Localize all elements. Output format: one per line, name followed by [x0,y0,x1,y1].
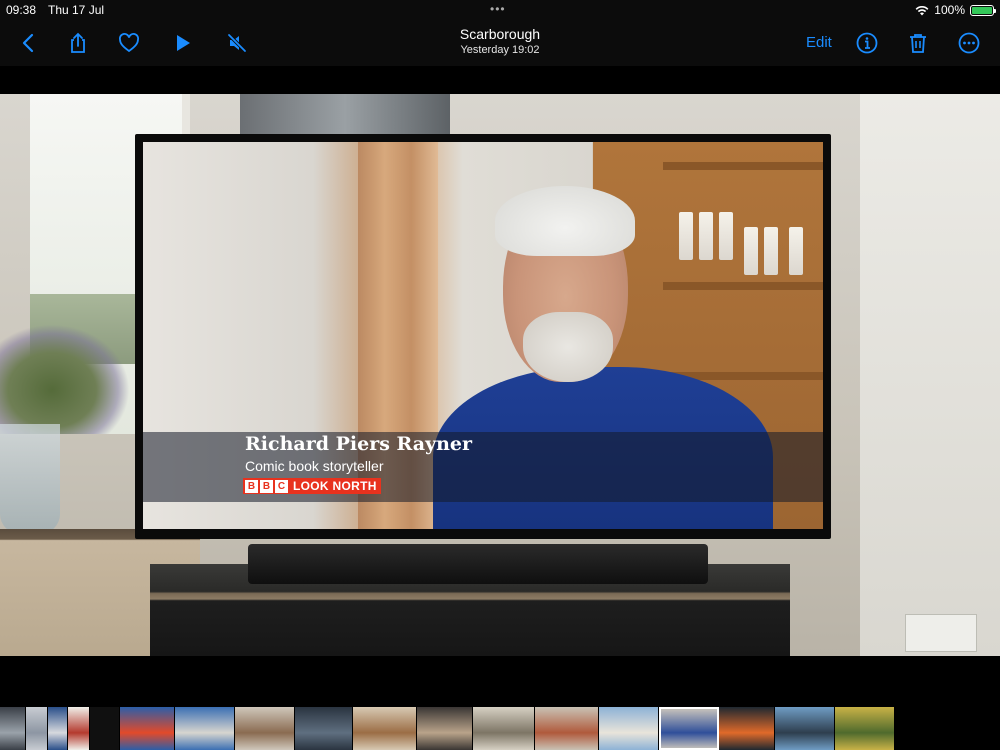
delete-button[interactable] [903,28,933,58]
favorite-button[interactable] [114,28,144,58]
thumbnail[interactable] [659,707,719,750]
status-time: 09:38 [6,3,37,17]
multitasking-dots[interactable]: ••• [490,2,506,16]
vase [0,424,60,534]
thumbnail[interactable] [48,707,68,750]
heart-icon [119,33,139,53]
interviewee-beard [523,312,613,382]
info-icon [856,32,878,54]
interviewee-hair [495,186,635,256]
television: Richard Piers Rayner Comic book storytel… [135,134,831,539]
thumbnail[interactable] [835,707,895,750]
programme-name: LOOK NORTH [293,479,377,493]
tv-screen: Richard Piers Rayner Comic book storytel… [143,142,823,529]
thumbnail[interactable] [775,707,835,750]
play-button[interactable] [168,28,198,58]
thumbnail[interactable] [295,707,353,750]
soundbar [248,544,708,584]
thumbnail[interactable] [473,707,535,750]
thumbnail[interactable] [175,707,235,750]
thumbnail[interactable] [417,707,473,750]
mute-icon [227,33,247,53]
share-icon [71,32,85,53]
edit-button[interactable]: Edit [806,34,832,51]
thumbnail-filmstrip[interactable] [0,707,1000,750]
battery-icon [970,4,996,16]
share-button[interactable] [63,28,93,58]
photo-toolbar: Scarborough Yesterday 19:02 Edit [0,20,1000,66]
trash-icon [910,34,926,53]
mute-button[interactable] [222,28,252,58]
photo-image[interactable]: Richard Piers Rayner Comic book storytel… [0,94,1000,656]
more-icon [958,32,980,54]
thumbnail[interactable] [90,707,120,750]
bbc-letter: B [260,479,273,493]
bbc-letter: C [275,479,288,493]
thumbnail[interactable] [235,707,295,750]
wall-socket [905,614,977,652]
bbc-look-north-logo: B B C LOOK NORTH [243,478,381,494]
wifi-icon [915,5,929,15]
thumbnail[interactable] [68,707,90,750]
thumbnail[interactable] [535,707,599,750]
photo-viewer[interactable]: Richard Piers Rayner Comic book storytel… [0,66,1000,707]
status-date: Thu 17 Jul [48,3,105,17]
photo-title: Scarborough [459,26,541,42]
room-shelf [240,94,450,139]
thumbnail[interactable] [26,707,48,750]
bbc-letter: B [245,479,258,493]
caption-name: Richard Piers Rayner [245,433,473,455]
photo-title-block: Scarborough Yesterday 19:02 [400,26,600,56]
thumbnail[interactable] [719,707,775,750]
status-bar: 09:38 Thu 17 Jul ••• 100% [0,0,1000,20]
caption-role: Comic book storyteller [245,458,384,474]
room-wall [860,94,1000,656]
status-right: 100% [915,3,996,17]
battery-fill [972,6,992,14]
back-button[interactable] [14,28,44,58]
chevron-left-icon [22,33,34,53]
info-button[interactable] [852,28,882,58]
thumbnail[interactable] [0,707,26,750]
photo-timestamp: Yesterday 19:02 [460,44,540,56]
play-icon [177,35,190,51]
thumbnail[interactable] [599,707,659,750]
battery-percent: 100% [934,3,965,17]
plant [0,324,130,434]
thumbnail[interactable] [353,707,417,750]
thumbnail[interactable] [120,707,175,750]
more-button[interactable] [954,28,984,58]
